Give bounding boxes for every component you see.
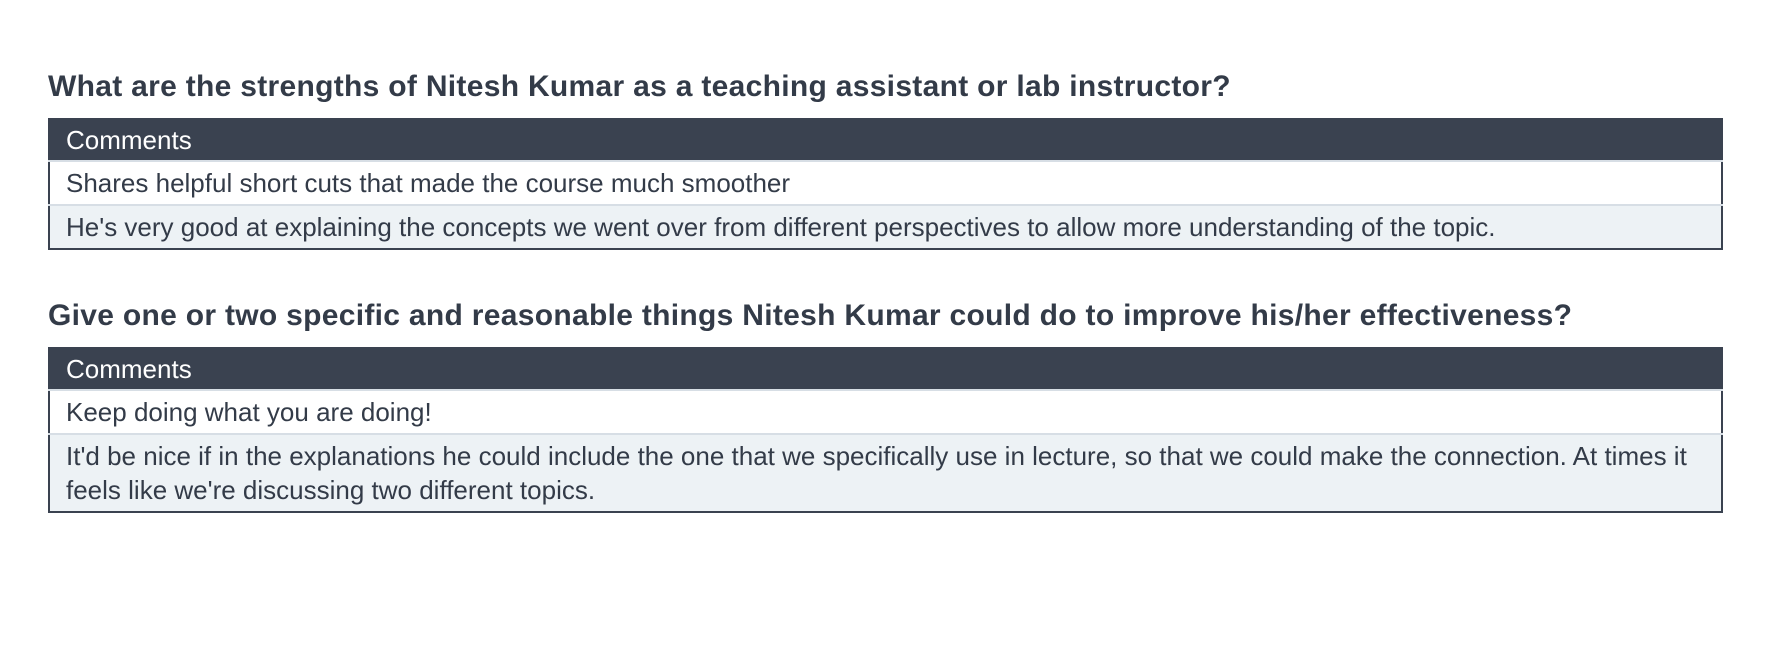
table-header-row: Comments [49,348,1722,390]
strengths-section: What are the strengths of Nitesh Kumar a… [48,68,1723,250]
comment-cell: Keep doing what you are doing! [49,389,1722,434]
table-row: He's very good at explaining the concept… [49,204,1722,249]
comment-cell: Shares helpful short cuts that made the … [49,160,1722,205]
table-row: Shares helpful short cuts that made the … [49,160,1722,205]
table-row: It'd be nice if in the explanations he c… [49,433,1722,512]
table-row: Keep doing what you are doing! [49,389,1722,434]
comment-cell: He's very good at explaining the concept… [49,204,1722,249]
question-heading: Give one or two specific and reasonable … [48,299,1573,332]
comments-table: Comments Shares helpful short cuts that … [48,118,1723,250]
evaluation-comments-page: What are the strengths of Nitesh Kumar a… [0,0,1772,656]
question-heading: What are the strengths of Nitesh Kumar a… [48,70,1231,103]
comments-column-header: Comments [49,348,1722,390]
comment-cell: It'd be nice if in the explanations he c… [49,433,1722,512]
comments-column-header: Comments [49,119,1722,161]
comments-table: Comments Keep doing what you are doing! … [48,347,1723,513]
improvements-section: Give one or two specific and reasonable … [48,297,1723,513]
table-header-row: Comments [49,119,1722,161]
